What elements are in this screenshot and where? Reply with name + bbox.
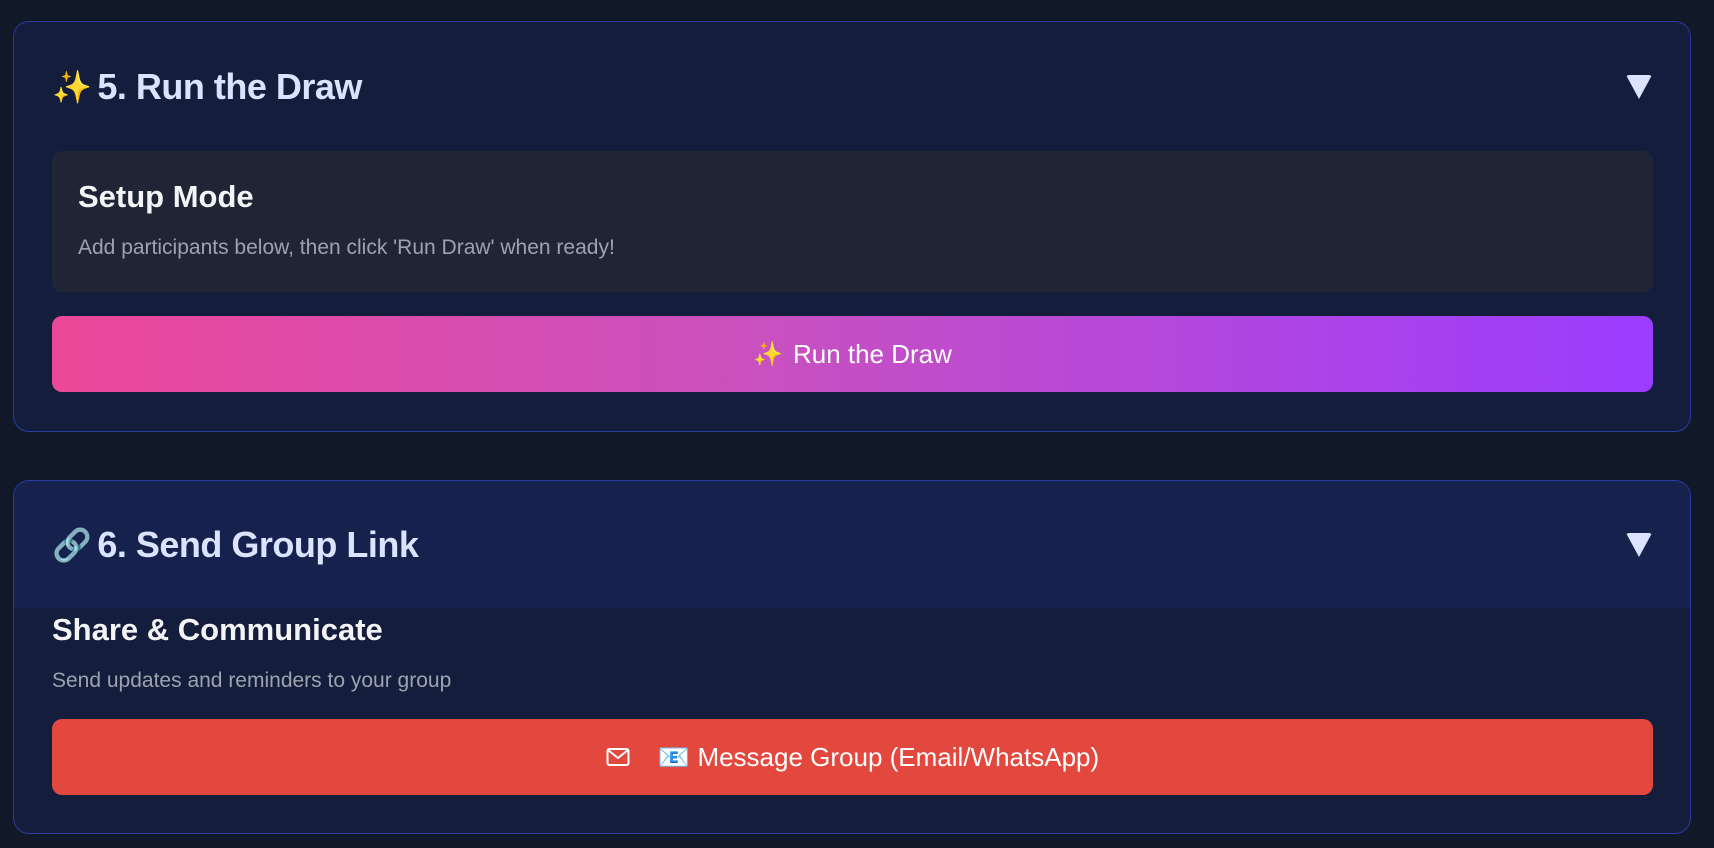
- section-title-text: 5. Run the Draw: [97, 66, 362, 107]
- info-description: Add participants below, then click 'Run …: [78, 236, 615, 259]
- message-group-button-label: 📧 Message Group (Email/WhatsApp): [657, 741, 1100, 772]
- info-title: Setup Mode: [78, 179, 254, 214]
- link-icon: 🔗: [52, 525, 92, 564]
- mail-icon: [606, 747, 630, 767]
- run-draw-button-label: Run the Draw: [792, 338, 952, 369]
- share-title: Share & Communicate: [52, 612, 383, 647]
- section-title: ✨ 5. Run the Draw: [52, 66, 1626, 108]
- share-description: Send updates and reminders to your group: [52, 669, 452, 692]
- message-group-button[interactable]: 📧 Message Group (Email/WhatsApp): [52, 719, 1653, 795]
- send-group-link-section-header[interactable]: 🔗 6. Send Group Link: [14, 481, 1690, 608]
- run-draw-section-header[interactable]: ✨ 5. Run the Draw: [14, 22, 1690, 152]
- sparkles-icon: ✨: [753, 340, 783, 368]
- sparkles-icon: ✨: [52, 68, 92, 106]
- setup-mode-info-box: Setup Mode Add participants below, then …: [52, 151, 1653, 292]
- share-info: Share & Communicate Send updates and rem…: [52, 612, 451, 694]
- run-draw-button[interactable]: ✨ Run the Draw: [52, 316, 1653, 392]
- section-title: 🔗 6. Send Group Link: [52, 524, 1626, 566]
- section-title-text: 6. Send Group Link: [97, 523, 419, 565]
- send-group-link-section: 🔗 6. Send Group Link Share & Communicate…: [13, 480, 1691, 834]
- collapse-chevron-icon[interactable]: [1626, 532, 1652, 557]
- run-draw-section: ✨ 5. Run the Draw Setup Mode Add partici…: [13, 21, 1691, 432]
- collapse-chevron-icon[interactable]: [1626, 75, 1652, 99]
